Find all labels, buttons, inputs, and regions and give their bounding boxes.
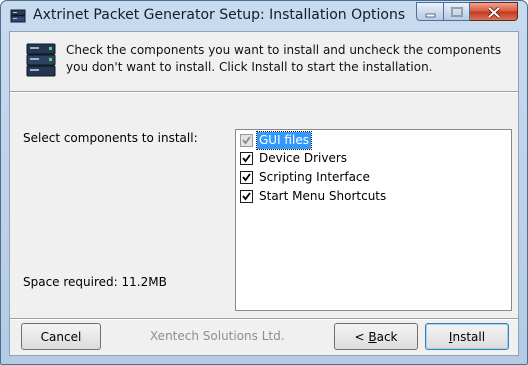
branding-text: Xentech Solutions Ltd. [150, 329, 285, 343]
setup-window: Axtrinet Packet Generator Setup: Install… [0, 0, 528, 365]
minimize-icon [425, 13, 436, 18]
checkbox[interactable] [240, 152, 253, 165]
footer-separator [10, 318, 518, 320]
back-button-prefix: < [354, 329, 369, 344]
checkmark-icon [242, 136, 251, 145]
installer-icon [10, 9, 26, 23]
close-icon [487, 6, 501, 19]
window-title: Axtrinet Packet Generator Setup: Install… [33, 7, 406, 23]
back-button-accelerator: B [368, 329, 377, 344]
dialog-client-area: Check the components you want to install… [9, 31, 519, 356]
list-item-label: GUI files [256, 131, 312, 150]
computer-tower-icon [26, 43, 56, 77]
install-button-label: nstall [452, 329, 486, 344]
checkmark-icon [242, 154, 251, 163]
back-button[interactable]: < Back [334, 323, 418, 350]
components-list[interactable]: GUI files Device Drivers Scripting Inter… [235, 129, 512, 311]
checkmark-icon [242, 173, 251, 182]
cancel-button[interactable]: Cancel [21, 323, 101, 350]
checkbox[interactable] [240, 190, 253, 203]
header-separator [10, 91, 518, 93]
title-bar[interactable]: Axtrinet Packet Generator Setup: Install… [1, 1, 527, 31]
close-button[interactable] [470, 2, 518, 21]
instruction-text: Check the components you want to install… [66, 43, 502, 74]
select-components-label: Select components to install: [23, 131, 198, 145]
list-item-label: Scripting Interface [259, 170, 370, 184]
window-controls [416, 2, 520, 22]
back-button-label: ack [376, 329, 398, 344]
checkmark-icon [242, 192, 251, 201]
checkbox[interactable] [240, 134, 253, 147]
list-item-label: Device Drivers [259, 151, 348, 165]
minimize-button[interactable] [416, 2, 444, 21]
install-button[interactable]: Install [425, 323, 509, 350]
header-panel: Check the components you want to install… [10, 32, 518, 90]
maximize-button[interactable] [444, 2, 470, 21]
space-required-label: Space required: 11.2MB [23, 275, 167, 289]
maximize-icon [451, 7, 463, 17]
list-item-label: Start Menu Shortcuts [259, 189, 387, 203]
checkbox[interactable] [240, 171, 253, 184]
